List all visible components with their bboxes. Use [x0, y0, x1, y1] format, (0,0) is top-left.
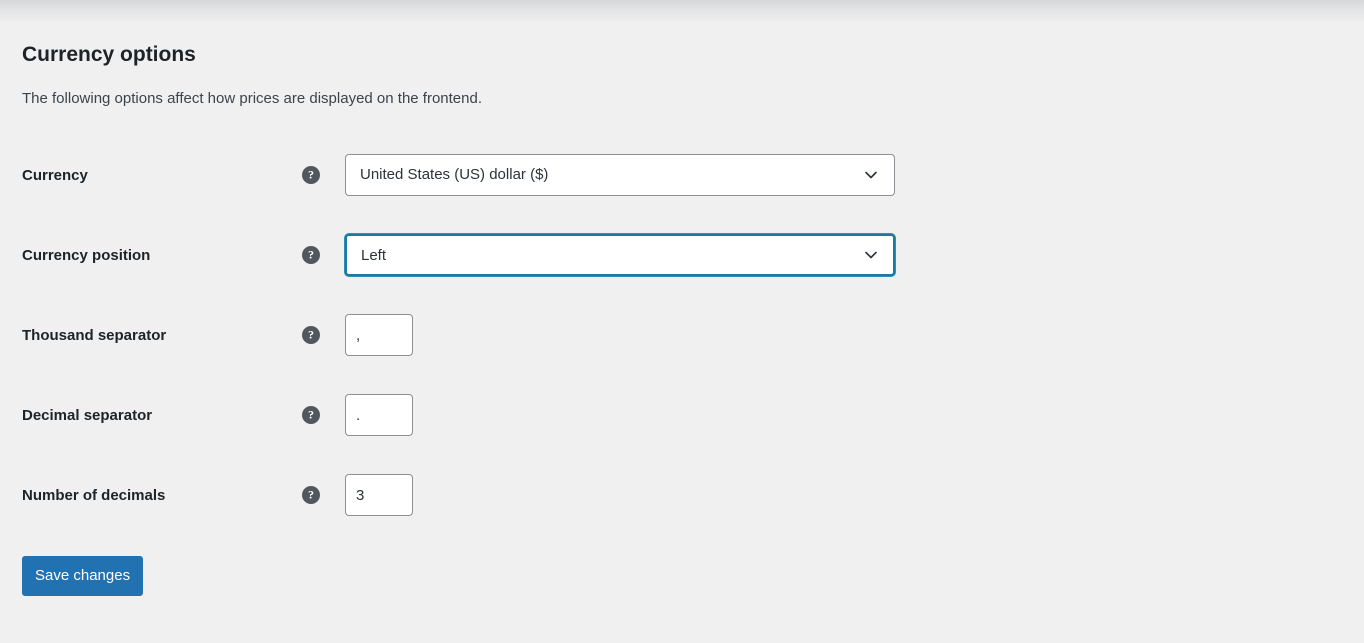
help-icon[interactable]: ?	[302, 326, 320, 345]
currency-select-wrap: United States (US) dollar ($)	[345, 154, 895, 197]
label-currency-position: Currency position	[22, 246, 151, 264]
settings-page: Currency options The following options a…	[0, 22, 1364, 643]
form-row-decimal-separator: Decimal separator ?	[22, 375, 1122, 455]
number-of-decimals-input[interactable]	[345, 474, 413, 517]
form-row-thousand-separator: Thousand separator ?	[22, 295, 1122, 375]
page-title: Currency options	[22, 43, 196, 66]
save-changes-button[interactable]: Save changes	[22, 556, 144, 597]
currency-options-form: Currency ? United States (US) dollar ($)	[22, 135, 1122, 535]
help-icon[interactable]: ?	[302, 486, 320, 505]
thousand-separator-input[interactable]	[345, 314, 413, 357]
top-scroll-shadow	[0, 0, 1364, 22]
currency-position-select-wrap: Left	[345, 234, 895, 277]
help-icon[interactable]: ?	[302, 406, 320, 425]
currency-position-select[interactable]: Left	[345, 234, 895, 277]
label-number-of-decimals: Number of decimals	[22, 486, 166, 504]
form-row-number-of-decimals: Number of decimals ?	[22, 455, 1122, 535]
decimal-separator-input[interactable]	[345, 394, 413, 437]
label-decimal-separator: Decimal separator	[22, 406, 153, 424]
section-description: The following options affect how prices …	[22, 90, 483, 108]
label-thousand-separator: Thousand separator	[22, 326, 167, 344]
form-row-currency-position: Currency position ? Left	[22, 215, 1122, 295]
submit-area: Save changes	[22, 535, 1364, 597]
help-icon[interactable]: ?	[302, 246, 320, 265]
help-icon[interactable]: ?	[302, 166, 320, 185]
form-row-currency: Currency ? United States (US) dollar ($)	[22, 135, 1122, 215]
content-wrap: Currency options The following options a…	[0, 22, 1364, 597]
label-currency: Currency	[22, 166, 88, 184]
currency-select[interactable]: United States (US) dollar ($)	[345, 154, 895, 197]
